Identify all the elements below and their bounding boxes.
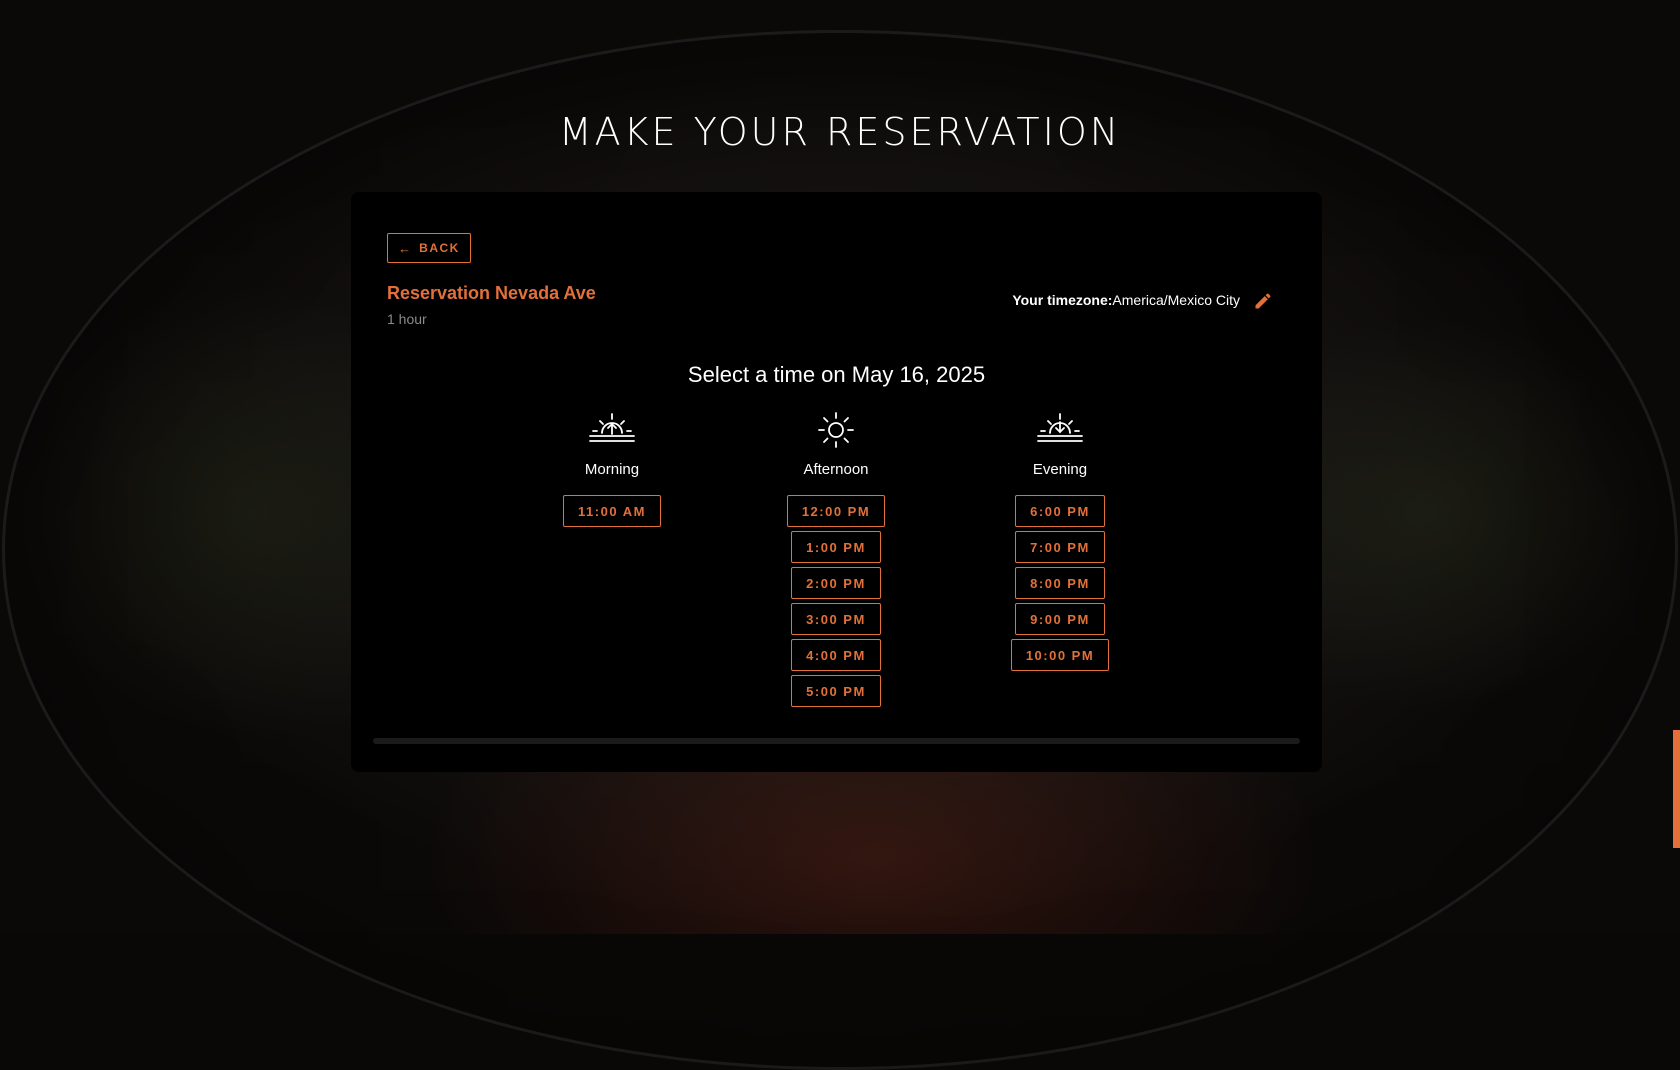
back-button-label: BACK (419, 241, 460, 255)
time-slot[interactable]: 3:00 PM (791, 603, 881, 635)
timezone-display: Your timezone:America/Mexico City (1012, 292, 1240, 308)
time-slot[interactable]: 9:00 PM (1015, 603, 1105, 635)
select-time-heading: Select a time on May 16, 2025 (687, 362, 986, 387)
time-slot[interactable]: 8:00 PM (1015, 567, 1105, 599)
sunrise-icon (589, 413, 635, 442)
evening-column: Evening 6:00 PM 7:00 PM 8:00 PM 9:00 PM … (980, 412, 1140, 671)
arrow-left-icon: ← (398, 240, 412, 256)
time-slot[interactable]: 10:00 PM (1010, 639, 1110, 671)
time-slot[interactable]: 4:00 PM (791, 639, 881, 671)
morning-slots: 11:00 AM (563, 495, 661, 527)
time-slot[interactable]: 11:00 AM (563, 495, 661, 527)
afternoon-label: Afternoon (803, 461, 869, 478)
time-slot[interactable]: 2:00 PM (791, 567, 881, 599)
scrollbar-thumb[interactable] (1673, 730, 1680, 848)
evening-label: Evening (1032, 461, 1088, 478)
card-divider (373, 738, 1300, 744)
sun-icon (818, 412, 854, 448)
timezone-label: Your timezone: (1012, 292, 1113, 308)
reservation-card: ← BACK Reservation Nevada Ave 1 hour You… (351, 192, 1322, 772)
event-name: Reservation Nevada Ave (387, 283, 596, 303)
time-slot[interactable]: 5:00 PM (791, 675, 881, 707)
morning-label: Morning (584, 461, 640, 478)
afternoon-column: Afternoon 12:00 PM 1:00 PM 2:00 PM 3:00 … (756, 412, 916, 707)
morning-column: Morning 11:00 AM (532, 412, 692, 527)
evening-slots: 6:00 PM 7:00 PM 8:00 PM 9:00 PM 10:00 PM (1010, 495, 1110, 671)
back-button[interactable]: ← BACK (387, 233, 471, 263)
afternoon-slots: 12:00 PM 1:00 PM 2:00 PM 3:00 PM 4:00 PM… (786, 495, 886, 707)
time-slot[interactable]: 12:00 PM (786, 495, 886, 527)
time-slot[interactable]: 1:00 PM (791, 531, 881, 563)
timezone-value: America/Mexico City (1112, 292, 1240, 308)
time-slot[interactable]: 7:00 PM (1015, 531, 1105, 563)
page-title: MAKE YOUR RESERVATION (558, 110, 1122, 154)
event-duration: 1 hour (387, 311, 427, 327)
sunset-icon (1037, 413, 1083, 442)
pencil-icon[interactable] (1253, 291, 1273, 311)
time-slot[interactable]: 6:00 PM (1015, 495, 1105, 527)
